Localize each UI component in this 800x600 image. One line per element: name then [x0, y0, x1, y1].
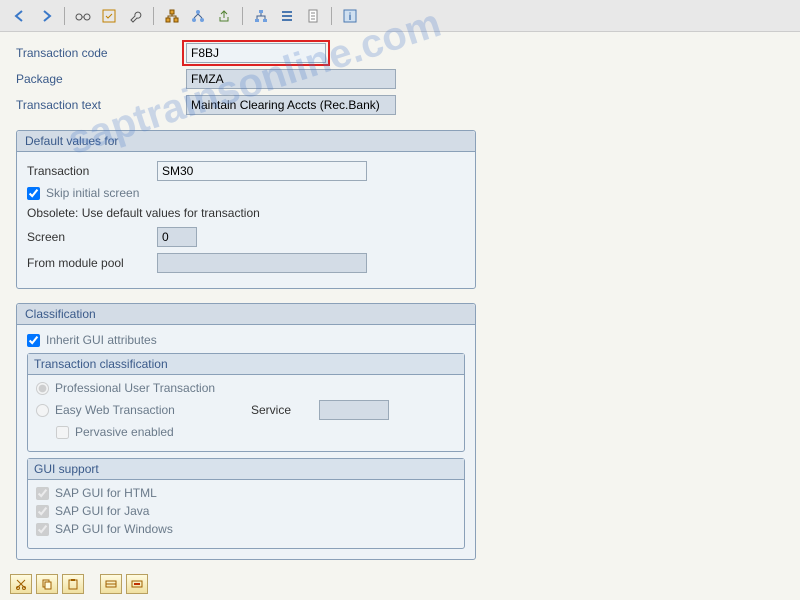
transaction-code-label: Transaction code [16, 46, 186, 60]
toolbar-separator [153, 7, 154, 25]
professional-radio[interactable] [36, 382, 49, 395]
skip-initial-checkbox[interactable] [27, 187, 40, 200]
package-input[interactable] [186, 69, 396, 89]
transaction-text-label: Transaction text [16, 98, 186, 112]
gui-windows-checkbox[interactable] [36, 523, 49, 536]
service-input[interactable] [319, 400, 389, 420]
classification-group: Classification Inherit GUI attributes Tr… [16, 303, 476, 560]
insert-row-icon[interactable] [100, 574, 122, 594]
default-transaction-input[interactable] [157, 161, 367, 181]
gui-support-title: GUI support [28, 459, 464, 480]
transaction-classification-title: Transaction classification [28, 354, 464, 375]
default-transaction-label: Transaction [27, 164, 157, 178]
toolbar: i [0, 0, 800, 32]
toolbar-separator [331, 7, 332, 25]
copy-icon[interactable] [36, 574, 58, 594]
gui-java-label: SAP GUI for Java [55, 504, 149, 518]
network-icon[interactable] [188, 6, 208, 26]
skip-initial-label: Skip initial screen [46, 186, 139, 200]
gui-support-group: GUI support SAP GUI for HTML SAP GUI for… [27, 458, 465, 549]
package-label: Package [16, 72, 186, 86]
glasses-icon[interactable] [73, 6, 93, 26]
default-values-title: Default values for [17, 131, 475, 152]
info-icon[interactable]: i [340, 6, 360, 26]
svg-text:i: i [349, 12, 352, 23]
pervasive-label: Pervasive enabled [75, 425, 174, 439]
toolbar-separator [64, 7, 65, 25]
pervasive-checkbox[interactable] [56, 426, 69, 439]
module-pool-input[interactable] [157, 253, 367, 273]
paste-icon[interactable] [62, 574, 84, 594]
back-icon[interactable] [10, 6, 30, 26]
export-icon[interactable] [214, 6, 234, 26]
cut-icon[interactable] [10, 574, 32, 594]
forward-icon[interactable] [36, 6, 56, 26]
default-values-group: Default values for Transaction Skip init… [16, 130, 476, 289]
classification-title: Classification [17, 304, 475, 325]
document-icon[interactable] [303, 6, 323, 26]
obsolete-text: Obsolete: Use default values for transac… [27, 206, 465, 220]
professional-label: Professional User Transaction [55, 381, 215, 395]
transaction-classification-group: Transaction classification Professional … [27, 353, 465, 452]
display-change-icon[interactable] [99, 6, 119, 26]
transaction-code-input[interactable] [186, 43, 326, 63]
tree-icon[interactable] [251, 6, 271, 26]
delete-row-icon[interactable] [126, 574, 148, 594]
list-icon[interactable] [277, 6, 297, 26]
module-pool-label: From module pool [27, 256, 157, 270]
inherit-gui-label: Inherit GUI attributes [46, 333, 157, 347]
gui-windows-label: SAP GUI for Windows [55, 522, 173, 536]
easy-web-label: Easy Web Transaction [55, 403, 175, 417]
inherit-gui-checkbox[interactable] [27, 334, 40, 347]
toolbar-separator [242, 7, 243, 25]
bottom-toolbar [10, 574, 148, 594]
easy-web-radio[interactable] [36, 404, 49, 417]
screen-label: Screen [27, 230, 157, 244]
gui-java-checkbox[interactable] [36, 505, 49, 518]
gui-html-label: SAP GUI for HTML [55, 486, 157, 500]
gui-html-checkbox[interactable] [36, 487, 49, 500]
main-content: Transaction code Package Transaction tex… [0, 32, 800, 570]
transaction-text-input[interactable] [186, 95, 396, 115]
wrench-icon[interactable] [125, 6, 145, 26]
screen-input[interactable] [157, 227, 197, 247]
service-label: Service [251, 403, 319, 417]
hierarchy-icon[interactable] [162, 6, 182, 26]
